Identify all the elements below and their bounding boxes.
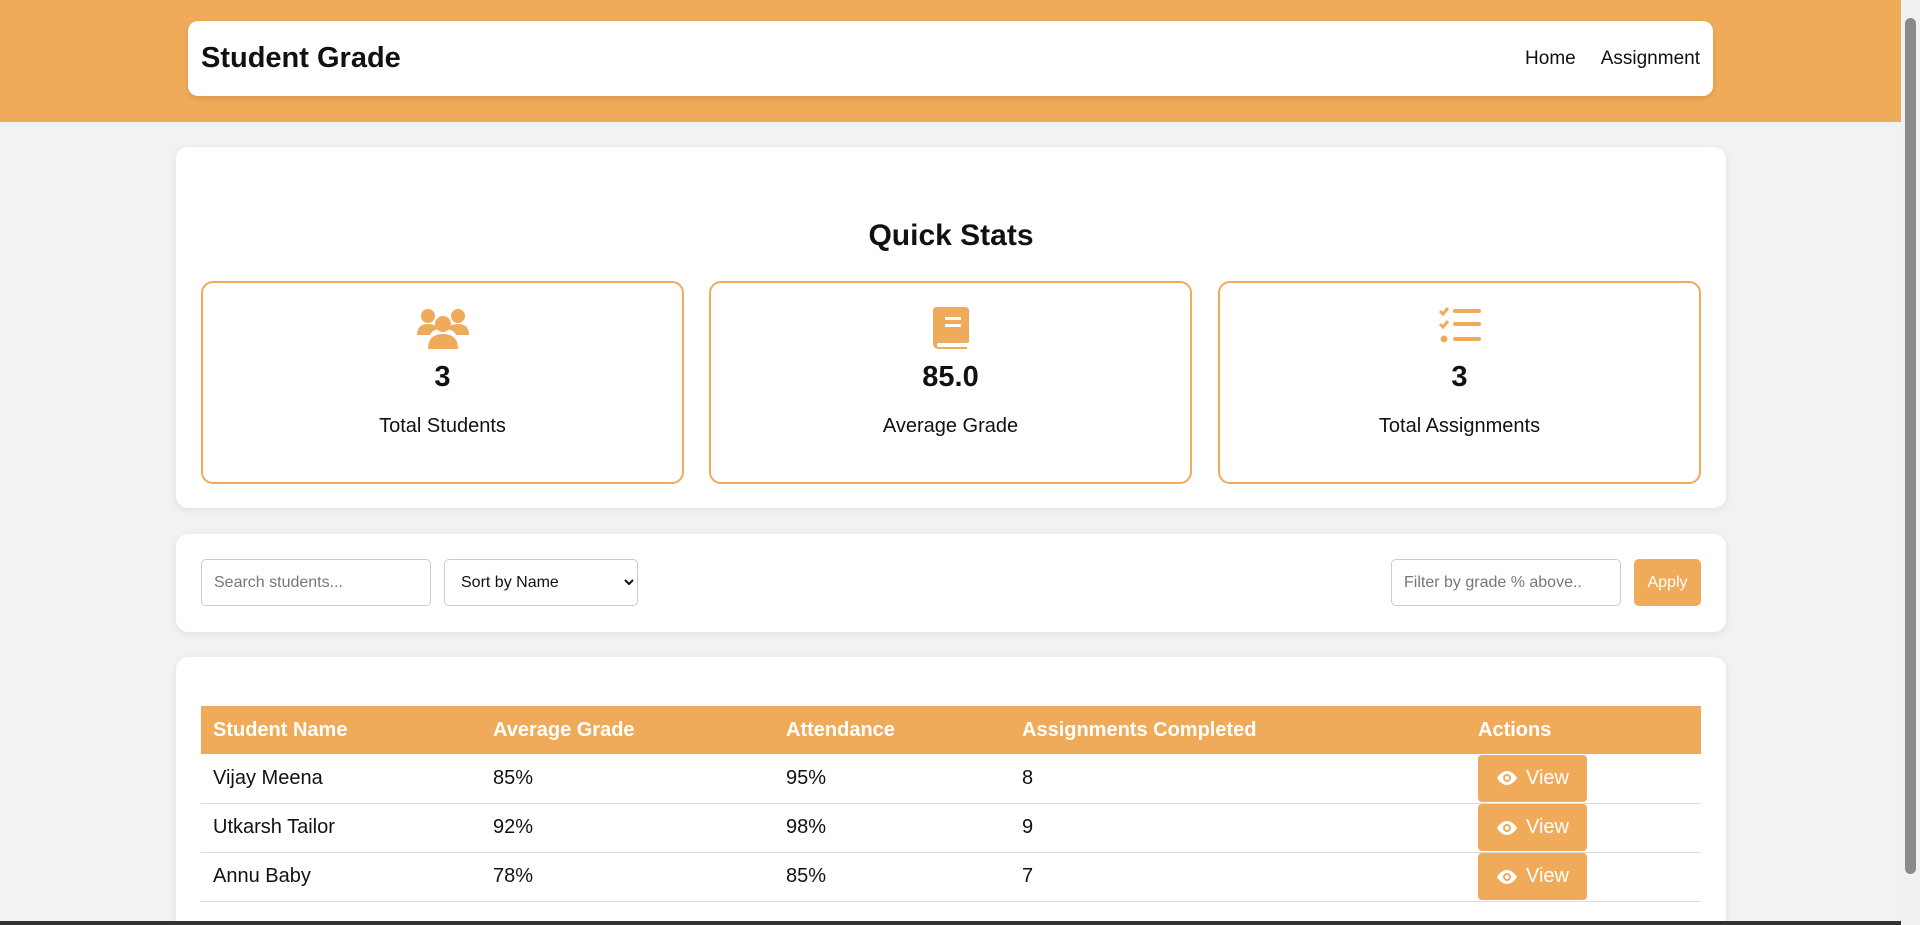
header-attendance: Attendance: [786, 718, 895, 741]
book-icon: [932, 307, 969, 354]
vertical-scrollbar[interactable]: [1901, 0, 1920, 925]
view-button[interactable]: View: [1478, 853, 1587, 900]
stat-total-assignments: 3 Total Assignments: [1218, 281, 1701, 484]
users-icon: [416, 307, 469, 354]
header-assignments-completed: Assignments Completed: [1022, 718, 1257, 741]
cell-attendance: 85%: [774, 852, 1010, 902]
quick-stats-card: Quick Stats 3 Total Students 85.0 Averag…: [176, 147, 1726, 508]
view-button-label: View: [1526, 816, 1569, 838]
cell-actions: View: [1466, 852, 1701, 902]
students-table: Student Name Average Grade Attendance As…: [201, 706, 1701, 902]
header-actions: Actions: [1478, 718, 1552, 741]
stat-value: 3: [1451, 361, 1468, 393]
cell-assignments-completed: 9: [1010, 803, 1466, 853]
table-row: Vijay Meena 85% 95% 8 View: [201, 754, 1701, 804]
eye-icon: [1497, 820, 1517, 835]
cell-attendance: 95%: [774, 754, 1010, 804]
cell-attendance: 98%: [774, 803, 1010, 853]
cell-student-name: Annu Baby: [201, 852, 481, 902]
nav-home-link[interactable]: Home: [1525, 48, 1576, 70]
header-student-name: Student Name: [213, 718, 348, 741]
cell-actions: View: [1466, 803, 1701, 853]
view-button[interactable]: View: [1478, 754, 1587, 802]
stat-label: Total Assignments: [1378, 415, 1541, 437]
stat-value: 3: [434, 361, 451, 393]
nav-links: Home Assignment: [1525, 48, 1700, 70]
stat-label: Average Grade: [882, 415, 1019, 437]
cell-average-grade: 85%: [481, 754, 774, 804]
tasks-icon: [1438, 307, 1481, 350]
cell-student-name: Vijay Meena: [201, 754, 481, 804]
students-table-card: Student Name Average Grade Attendance As…: [176, 657, 1726, 925]
cell-average-grade: 78%: [481, 852, 774, 902]
brand-title: Student Grade: [201, 42, 401, 74]
table-row: Utkarsh Tailor 92% 98% 9 View: [201, 803, 1701, 853]
stat-label: Total Students: [379, 415, 506, 437]
table-header-row: Student Name Average Grade Attendance As…: [201, 706, 1701, 754]
eye-icon: [1497, 771, 1517, 786]
cell-assignments-completed: 8: [1010, 754, 1466, 804]
table-row: Annu Baby 78% 85% 7 View: [201, 852, 1701, 902]
cell-average-grade: 92%: [481, 803, 774, 853]
grade-filter-input[interactable]: [1391, 559, 1621, 606]
view-button-label: View: [1526, 865, 1569, 887]
navbar: Student Grade Home Assignment: [188, 21, 1713, 96]
cell-actions: View: [1466, 754, 1701, 804]
nav-assignment-link[interactable]: Assignment: [1601, 48, 1700, 70]
stat-total-students: 3 Total Students: [201, 281, 684, 484]
cell-assignments-completed: 7: [1010, 852, 1466, 902]
sort-select[interactable]: Sort by Name: [444, 559, 638, 606]
stat-value: 85.0: [922, 361, 979, 393]
quick-stats-title: Quick Stats: [868, 219, 1034, 252]
eye-icon: [1497, 869, 1517, 884]
header-average-grade: Average Grade: [493, 718, 635, 741]
view-button[interactable]: View: [1478, 804, 1587, 851]
stat-average-grade: 85.0 Average Grade: [709, 281, 1192, 484]
cell-student-name: Utkarsh Tailor: [201, 803, 481, 853]
scrollbar-thumb[interactable]: [1905, 18, 1916, 874]
bottom-edge: [0, 921, 1901, 925]
apply-button[interactable]: Apply: [1634, 559, 1701, 606]
view-button-label: View: [1526, 766, 1569, 789]
search-input[interactable]: [201, 559, 431, 606]
filter-bar: Sort by Name Apply: [176, 534, 1726, 632]
